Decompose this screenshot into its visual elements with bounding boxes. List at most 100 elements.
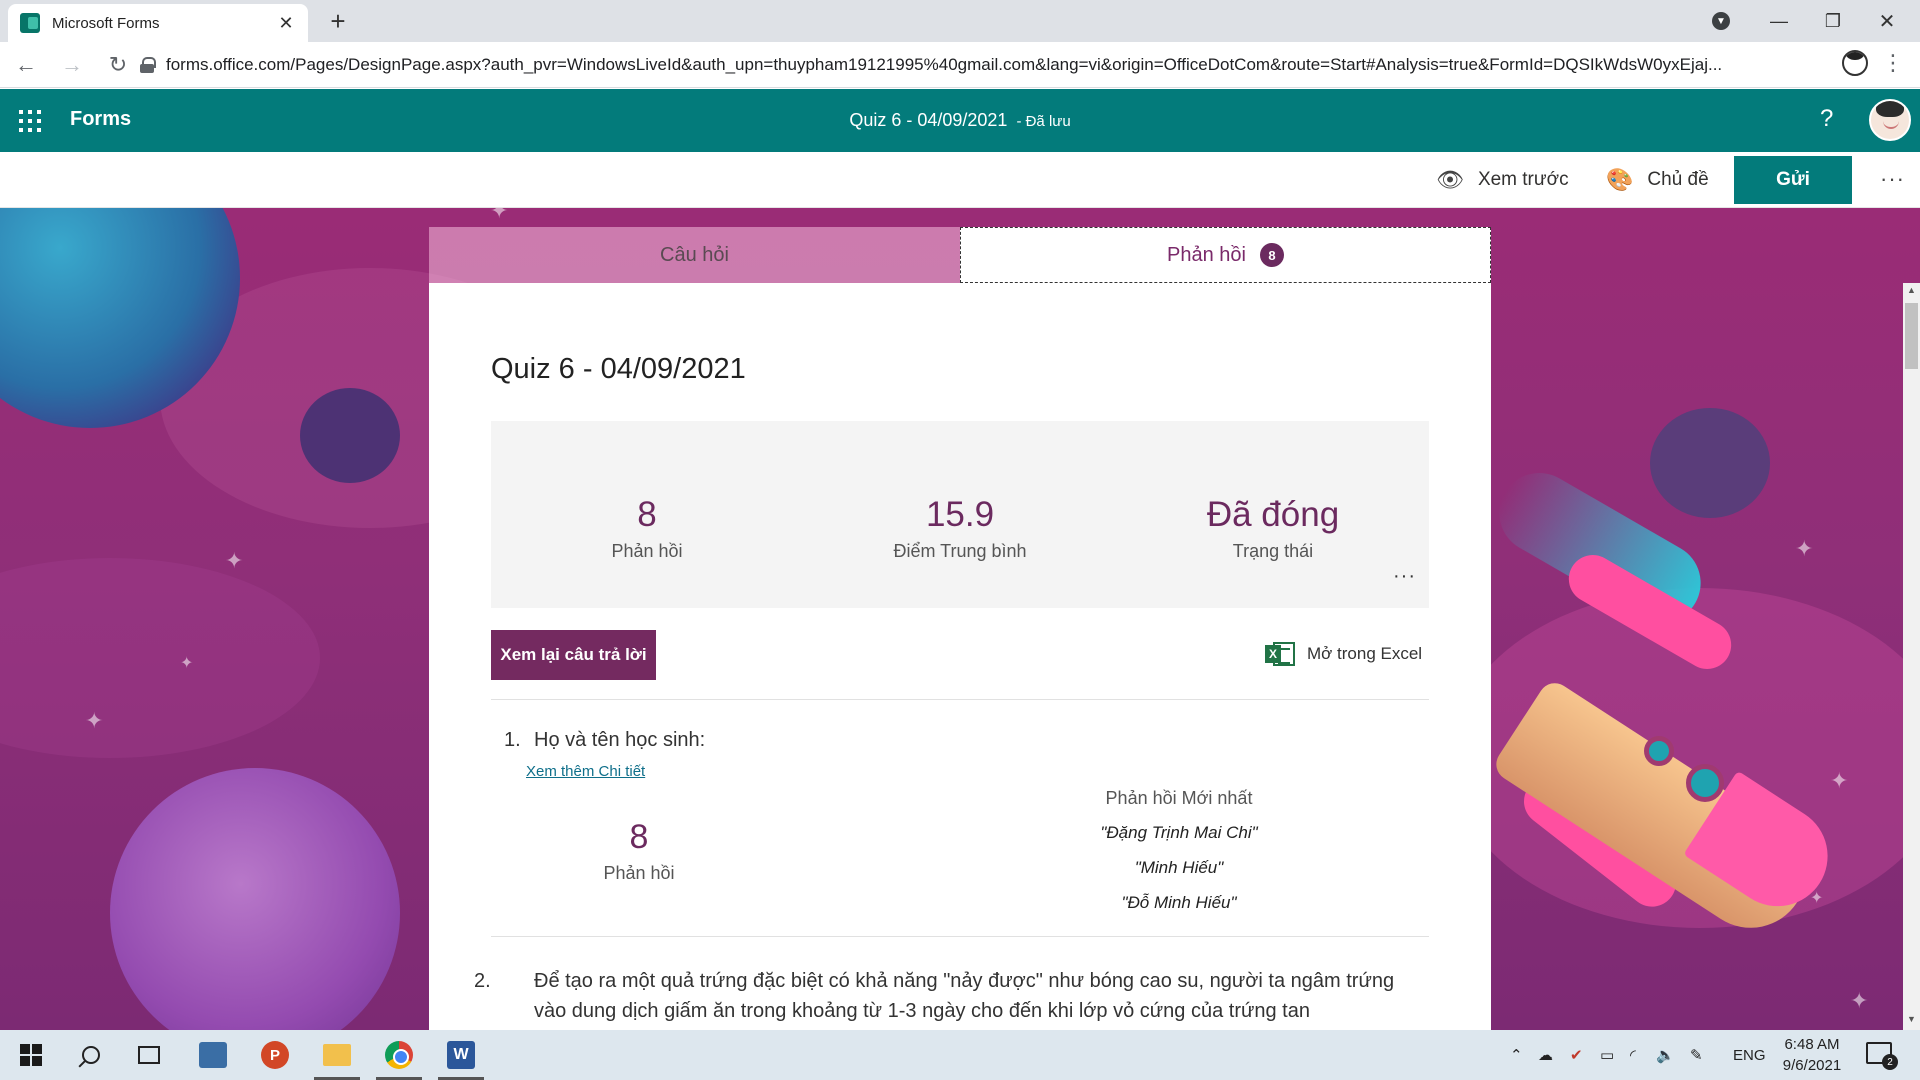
back-button[interactable]: ← <box>6 45 46 85</box>
windows-logo-icon <box>20 1044 42 1066</box>
responses-metric: 8 Phản hồi <box>497 495 797 562</box>
restore-button[interactable]: ❐ <box>1810 0 1856 42</box>
word-icon: W <box>447 1041 475 1069</box>
app-icon <box>199 1042 227 1068</box>
browser-tab-title: Microsoft Forms <box>52 14 160 32</box>
system-clock[interactable]: 6:48 AM 9/6/2021 <box>1772 1034 1852 1076</box>
reload-button[interactable]: ↻ <box>98 45 138 85</box>
taskbar-app-word[interactable]: W <box>430 1030 492 1080</box>
open-in-excel-button[interactable]: X Mở trong Excel <box>1265 636 1422 672</box>
lock-icon <box>140 57 156 73</box>
question-number: 1. <box>504 729 521 751</box>
taskbar-app-file-manager[interactable] <box>182 1030 244 1080</box>
send-button[interactable]: Gửi <box>1734 156 1852 204</box>
clock-time: 6:48 AM <box>1784 1036 1840 1053</box>
latest-response-item: "Minh Hiếu" <box>1134 858 1224 877</box>
browser-toolbar: ← → ↻ forms.office.com/Pages/DesignPage.… <box>0 42 1920 88</box>
browser-tab[interactable]: Microsoft Forms ✕ <box>8 4 308 42</box>
star-decoration: ✦ <box>1850 988 1869 1013</box>
search-icon <box>82 1046 100 1064</box>
responses-metric-label: Phản hồi <box>611 541 683 561</box>
chrome-icon <box>385 1041 413 1069</box>
minimize-button[interactable]: — <box>1756 0 1802 42</box>
scroll-down-icon[interactable]: ▼ <box>1903 1014 1920 1028</box>
user-avatar[interactable] <box>1869 99 1911 141</box>
task-view-button[interactable] <box>118 1030 180 1080</box>
page-scrollbar[interactable]: ▲ ▼ <box>1903 283 1920 1030</box>
latest-responses-header: Phản hồi Mới nhất <box>1105 788 1253 808</box>
taskbar-app-powerpoint[interactable]: P <box>244 1030 306 1080</box>
new-tab-button[interactable]: + <box>324 8 352 36</box>
start-button[interactable] <box>0 1030 62 1080</box>
scrollbar-thumb[interactable] <box>1905 303 1918 369</box>
volume-icon[interactable]: 🔈 <box>1656 1030 1675 1080</box>
document-title[interactable]: Quiz 6 - 04/09/2021 <box>849 110 1007 130</box>
chevron-down-icon: ▼ <box>1712 12 1730 30</box>
preview-button[interactable]: 👁 Xem trước <box>1436 152 1569 208</box>
antivirus-icon[interactable]: ✔ <box>1570 1030 1583 1080</box>
latest-response-item: "Đỗ Minh Hiếu" <box>1121 893 1237 912</box>
scroll-up-icon[interactable]: ▲ <box>1903 285 1920 299</box>
forms-favicon-icon <box>20 13 40 33</box>
average-score-value: 15.9 <box>925 495 995 534</box>
latest-responses: Phản hồi Mới nhất "Đặng Trịnh Mai Chi" "… <box>1029 788 1329 920</box>
latest-response-item: "Đặng Trịnh Mai Chi" <box>1100 823 1258 842</box>
open-in-excel-label: Mở trong Excel <box>1307 644 1423 663</box>
asteroid-decoration <box>1650 408 1770 518</box>
star-decoration: ✦ <box>1795 536 1814 561</box>
review-answers-button[interactable]: Xem lại câu trả lời <box>491 630 656 680</box>
close-window-button[interactable]: ✕ <box>1864 0 1910 42</box>
status-value: Đã đóng <box>1206 495 1340 534</box>
input-language[interactable]: ENG <box>1733 1030 1766 1080</box>
saved-status: - Đã lưu <box>1016 113 1071 130</box>
theme-button[interactable]: 🎨 Chủ đề <box>1606 152 1709 208</box>
summary-more-icon[interactable]: ··· <box>1393 566 1416 586</box>
taskbar-app-explorer[interactable] <box>306 1030 368 1080</box>
question-text: Họ và tên học sinh: <box>534 729 706 751</box>
more-details-link[interactable]: Xem thêm Chi tiết <box>526 763 645 780</box>
question-1-response-count: 8 Phản hồi <box>539 818 739 884</box>
excel-icon: X <box>1265 640 1295 668</box>
star-decoration: ✦ <box>85 708 104 733</box>
taskbar-app-chrome[interactable] <box>368 1030 430 1080</box>
star-decoration: ✦ <box>490 208 509 223</box>
chrome-menu-icon[interactable]: ⋮ <box>1882 52 1904 74</box>
forms-app-bar: Forms Quiz 6 - 04/09/2021 - Đã lưu ? <box>0 89 1920 152</box>
average-score-label: Điểm Trung bình <box>893 541 1027 561</box>
more-options-icon[interactable]: ··· <box>1880 166 1905 192</box>
onedrive-icon[interactable]: ☁ <box>1538 1030 1553 1080</box>
forward-button[interactable]: → <box>52 45 92 85</box>
question-1-count-label: Phản hồi <box>603 863 675 883</box>
chrome-profile-avatar[interactable] <box>1842 50 1868 76</box>
command-bar: 👁 Xem trước 🎨 Chủ đề Gửi ··· <box>0 152 1920 208</box>
form-title: Quiz 6 - 04/09/2021 <box>491 353 746 385</box>
show-hidden-icons[interactable]: ⌃ <box>1510 1030 1523 1080</box>
status-metric: Đã đóng Trạng thái <box>1123 495 1423 562</box>
star-decoration: ✦ <box>1830 768 1849 793</box>
wifi-icon[interactable]: ◜ <box>1630 1030 1636 1080</box>
tab-responses[interactable]: Phản hồi 8 <box>960 227 1491 283</box>
tab-responses-label: Phản hồi <box>1167 243 1246 266</box>
divider <box>491 699 1429 700</box>
task-view-icon <box>138 1046 160 1064</box>
help-icon[interactable]: ? <box>1820 105 1833 133</box>
clock-date: 9/6/2021 <box>1782 1057 1842 1074</box>
question-number: 2. <box>474 970 491 992</box>
url-text[interactable]: forms.office.com/Pages/DesignPage.aspx?a… <box>166 55 1796 75</box>
battery-icon[interactable]: ▭ <box>1600 1030 1614 1080</box>
tab-search-button[interactable]: ▼ <box>1705 0 1737 42</box>
responses-card: Quiz 6 - 04/09/2021 8 Phản hồi 15.9 Điểm… <box>429 283 1491 1030</box>
notifications-badge: 2 <box>1882 1054 1898 1070</box>
tab-questions[interactable]: Câu hỏi <box>429 227 960 283</box>
address-bar[interactable]: forms.office.com/Pages/DesignPage.aspx?a… <box>140 48 1820 82</box>
theme-label: Chủ đề <box>1647 169 1709 190</box>
browser-tab-strip: Microsoft Forms ✕ + ▼ — ❐ ✕ <box>0 0 1920 42</box>
arrow-right-icon: → <box>61 51 83 77</box>
star-decoration: ✦ <box>1810 890 1824 907</box>
taskbar-search-button[interactable] <box>60 1030 122 1080</box>
responses-metric-value: 8 <box>637 495 657 534</box>
close-tab-icon[interactable]: ✕ <box>276 13 296 34</box>
question-1-count-value: 8 <box>629 818 649 856</box>
tab-questions-label: Câu hỏi <box>660 243 729 266</box>
pen-icon[interactable]: ✎ <box>1690 1030 1703 1080</box>
